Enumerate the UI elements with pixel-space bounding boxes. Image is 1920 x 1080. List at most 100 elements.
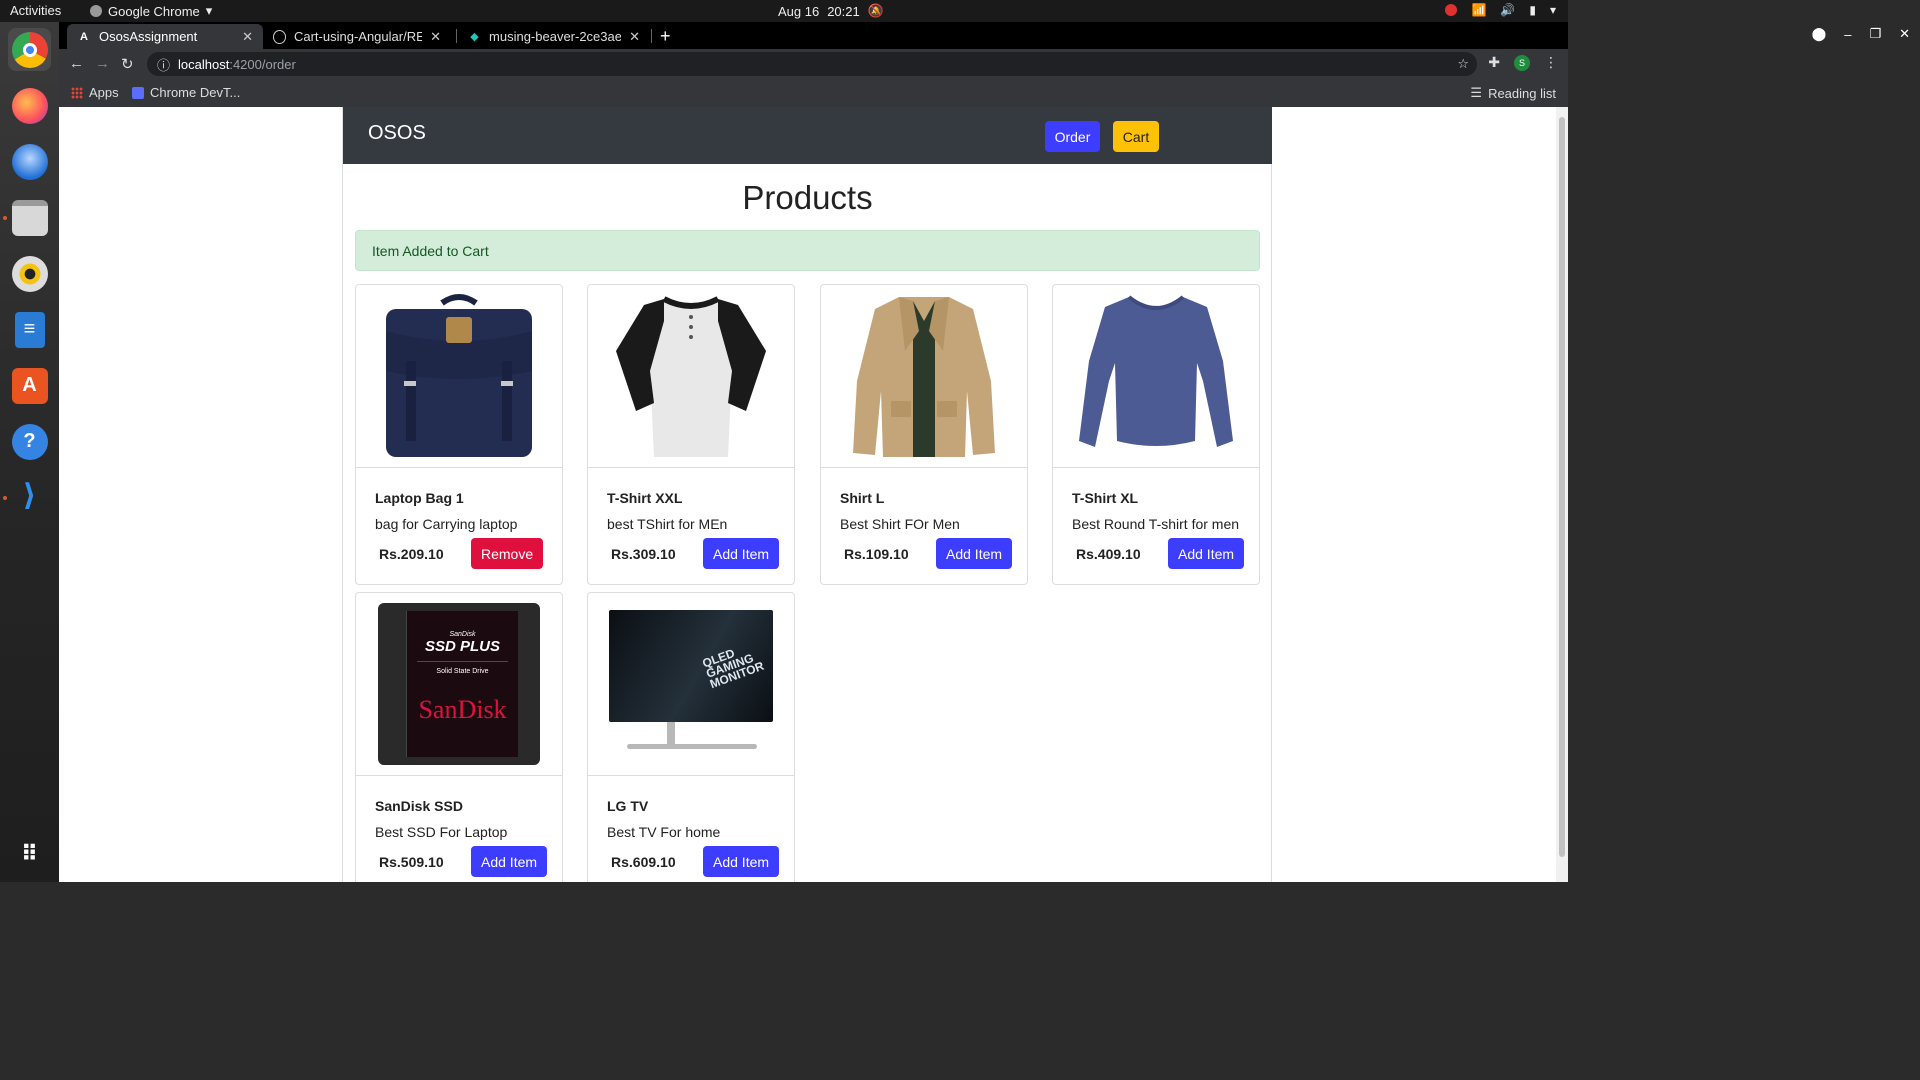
site-navbar: OSOS Order Cart: [343, 107, 1272, 164]
caret-down-icon: ▾: [205, 3, 213, 18]
close-tab-icon[interactable]: ✕: [242, 29, 253, 45]
tab-search-icon[interactable]: ⬤: [1812, 26, 1827, 42]
tab-netlify[interactable]: ◆ musing-beaver-2ce3ae | S ✕: [458, 24, 650, 49]
product-image: [356, 285, 562, 468]
page-scrollbar[interactable]: [1556, 107, 1568, 882]
product-name: SanDisk SSD: [375, 798, 463, 814]
maximize-icon[interactable]: ❐: [1869, 26, 1881, 42]
reading-list-button[interactable]: ☰ Reading list: [1470, 85, 1556, 101]
bookmark-star-icon[interactable]: ☆: [1457, 56, 1469, 72]
success-alert: Item Added to Cart: [355, 230, 1260, 271]
dock: ≡ A ? ⟩ ⠿: [0, 22, 59, 882]
browser-toolbar: ← → ↻ ⓘ localhost:4200/order ☆ ✚ S ⋮: [59, 49, 1568, 79]
running-indicator: [3, 496, 7, 500]
dock-chrome[interactable]: [8, 28, 51, 71]
product-card: T-Shirt XXL best TShirt for MEn Rs.309.1…: [587, 284, 795, 585]
app-grid-icon: ⠿: [20, 840, 39, 866]
page-title: Products: [742, 179, 873, 216]
product-card: Shirt L Best Shirt FOr Men Rs.109.10 Add…: [820, 284, 1028, 585]
do-not-disturb-icon: [1445, 4, 1458, 16]
activities-button[interactable]: Activities: [10, 3, 61, 18]
add-item-button[interactable]: Add Item: [471, 846, 548, 877]
dock-writer[interactable]: ≡: [8, 308, 51, 351]
battery-icon: ▮: [1529, 3, 1536, 17]
chrome-icon: [90, 5, 102, 17]
product-price: Rs.609.10: [611, 854, 676, 870]
reading-list-label: Reading list: [1488, 85, 1556, 101]
clock[interactable]: Aug 16 20:21 🔕: [778, 3, 884, 19]
back-icon[interactable]: ←: [69, 55, 84, 72]
app-menu-label: Google Chrome: [108, 3, 200, 19]
address-bar[interactable]: ⓘ localhost:4200/order ☆: [147, 52, 1477, 76]
product-price: Rs.109.10: [844, 546, 909, 562]
product-image: [821, 285, 1027, 468]
dock-software[interactable]: A: [8, 364, 51, 407]
volume-icon: 🔊: [1500, 3, 1516, 17]
dock-firefox[interactable]: [8, 84, 51, 127]
scrollbar-thumb[interactable]: [1559, 117, 1565, 857]
files-icon: [11, 199, 48, 236]
reading-list-icon: ☰: [1470, 85, 1483, 100]
apps-grid-icon: [71, 86, 83, 99]
site-brand[interactable]: OSOS: [368, 122, 426, 145]
close-tab-icon[interactable]: ✕: [629, 29, 640, 45]
tab-github[interactable]: Cart-using-Angular/READ ✕: [263, 24, 451, 49]
menu-kebab-icon[interactable]: ⋮: [1544, 54, 1558, 71]
angular-icon: A: [80, 30, 88, 43]
product-description: Best SSD For Laptop: [375, 824, 508, 840]
devtools-icon: [132, 86, 144, 99]
system-tray[interactable]: 📶 🔊 ▮ ▾: [1445, 3, 1556, 17]
product-card: QLED GAMING MONITOR LG TV Best TV For ho…: [587, 592, 795, 882]
profile-avatar[interactable]: S: [1514, 54, 1530, 71]
writer-icon: ≡: [14, 311, 45, 348]
add-item-button[interactable]: Add Item: [936, 538, 1013, 569]
forward-icon[interactable]: →: [95, 55, 110, 72]
product-description: Best Shirt FOr Men: [840, 516, 960, 532]
product-description: best TShirt for MEn: [607, 516, 728, 532]
product-image: [1053, 285, 1259, 468]
add-item-button[interactable]: Add Item: [1168, 538, 1245, 569]
tab-title: musing-beaver-2ce3ae | S: [489, 29, 622, 44]
product-description: Best TV For home: [607, 824, 721, 840]
page-viewport: OSOS Order Cart Products Item Added to C…: [59, 107, 1568, 882]
rhythmbox-icon: [11, 255, 48, 292]
bookmarks-bar: Apps Chrome DevT... ☰ Reading list: [59, 79, 1568, 107]
dock-vscode[interactable]: ⟩: [8, 474, 51, 517]
dock-help[interactable]: ?: [8, 420, 51, 463]
running-indicator: [3, 216, 7, 220]
vscode-icon: ⟩: [22, 479, 37, 512]
dock-rhythmbox[interactable]: [8, 252, 51, 295]
help-icon: ?: [11, 423, 48, 460]
firefox-icon: [11, 87, 48, 124]
close-window-icon[interactable]: ✕: [1899, 26, 1910, 42]
product-price: Rs.309.10: [611, 546, 676, 562]
app-menu[interactable]: Google Chrome ▾: [90, 3, 212, 19]
tab-ososassignment[interactable]: A OsosAssignment ✕: [67, 24, 263, 49]
dock-thunderbird[interactable]: [8, 140, 51, 183]
add-item-button[interactable]: Add Item: [703, 846, 780, 877]
remove-item-button[interactable]: Remove: [471, 538, 544, 569]
url-path: :4200/order: [229, 56, 296, 72]
close-tab-icon[interactable]: ✕: [430, 29, 441, 45]
bookmark-devtools[interactable]: Chrome DevT...: [132, 85, 240, 100]
add-item-button[interactable]: Add Item: [703, 538, 780, 569]
product-card: T-Shirt XL Best Round T-shirt for men Rs…: [1052, 284, 1260, 585]
minimize-icon[interactable]: –: [1844, 27, 1851, 42]
order-button[interactable]: Order: [1045, 121, 1100, 152]
bookmark-apps[interactable]: Apps: [71, 85, 119, 100]
extensions-icon[interactable]: ✚: [1488, 54, 1500, 71]
product-image: SanDisk SSD PLUS Solid State Drive SanDi…: [356, 593, 562, 776]
product-name: T-Shirt XL: [1072, 490, 1139, 506]
reload-icon[interactable]: ↻: [121, 55, 134, 73]
ssd-label-brand: SanDisk: [449, 631, 476, 638]
dock-show-apps[interactable]: ⠿: [8, 832, 51, 875]
product-description: Best Round T-shirt for men: [1072, 516, 1240, 532]
dock-files[interactable]: [8, 196, 51, 239]
info-icon[interactable]: ⓘ: [157, 55, 170, 74]
notifications-off-icon: 🔕: [867, 3, 884, 18]
chrome-icon: [11, 31, 48, 68]
new-tab-button[interactable]: +: [660, 26, 671, 47]
cart-button[interactable]: Cart: [1113, 121, 1159, 152]
clock-date: Aug 16: [778, 3, 820, 19]
wifi-icon: 📶: [1471, 3, 1487, 17]
